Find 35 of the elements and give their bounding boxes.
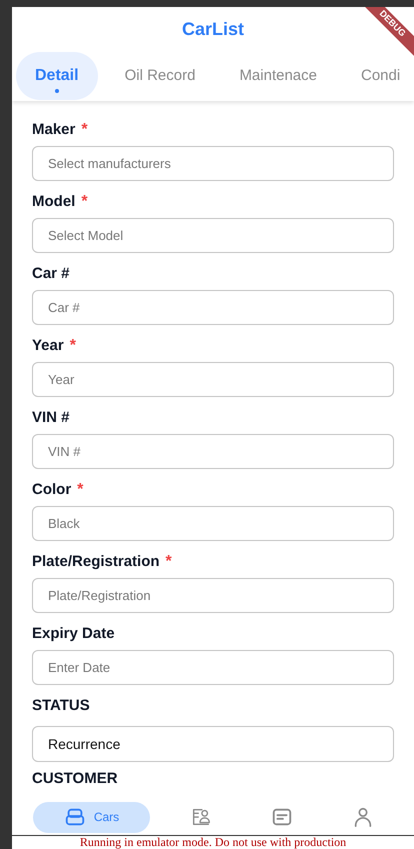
field-label: VIN # [32,408,70,428]
car-icon [64,806,86,828]
required-mark: * [166,552,172,572]
field-label: Car # [32,264,70,284]
field-label: Expiry Date [32,624,115,644]
input-field[interactable]: Plate/Registration [32,578,394,613]
field-label: Year [32,336,64,356]
emulator-notice: Running in emulator mode. Do not use with production [80,836,346,849]
field-label: Model [32,192,76,212]
input-field[interactable]: Enter Date [32,650,394,685]
tab[interactable]: Maintenace [222,52,334,100]
tab[interactable]: Condi [344,52,414,100]
required-mark: * [77,480,84,500]
required-mark: * [70,336,76,356]
input-field[interactable]: Car # [32,290,394,325]
tab[interactable]: Detail [16,52,98,100]
nav-item[interactable]: Cars [33,802,150,832]
field-label: Color [32,480,72,500]
field-label: STATUS [32,696,90,716]
input-field[interactable]: Recurrence [32,726,394,762]
person-icon [352,806,374,828]
document-person-icon [190,806,212,828]
field-label: Maker [32,120,76,140]
field-label: Plate/Registration [32,552,160,572]
field-label: CUSTOMER [32,768,118,789]
input-field[interactable]: VIN # [32,434,394,469]
required-mark: * [81,120,88,140]
tab[interactable]: Oil Record [108,52,212,100]
input-field[interactable]: Select manufacturers [32,146,394,181]
input-field[interactable]: Select Model [32,218,394,253]
required-mark: * [81,192,88,212]
input-field[interactable]: Black [32,506,394,541]
note-icon [271,806,293,828]
app-title: CarList [182,18,244,40]
input-field[interactable]: Year [32,362,394,397]
